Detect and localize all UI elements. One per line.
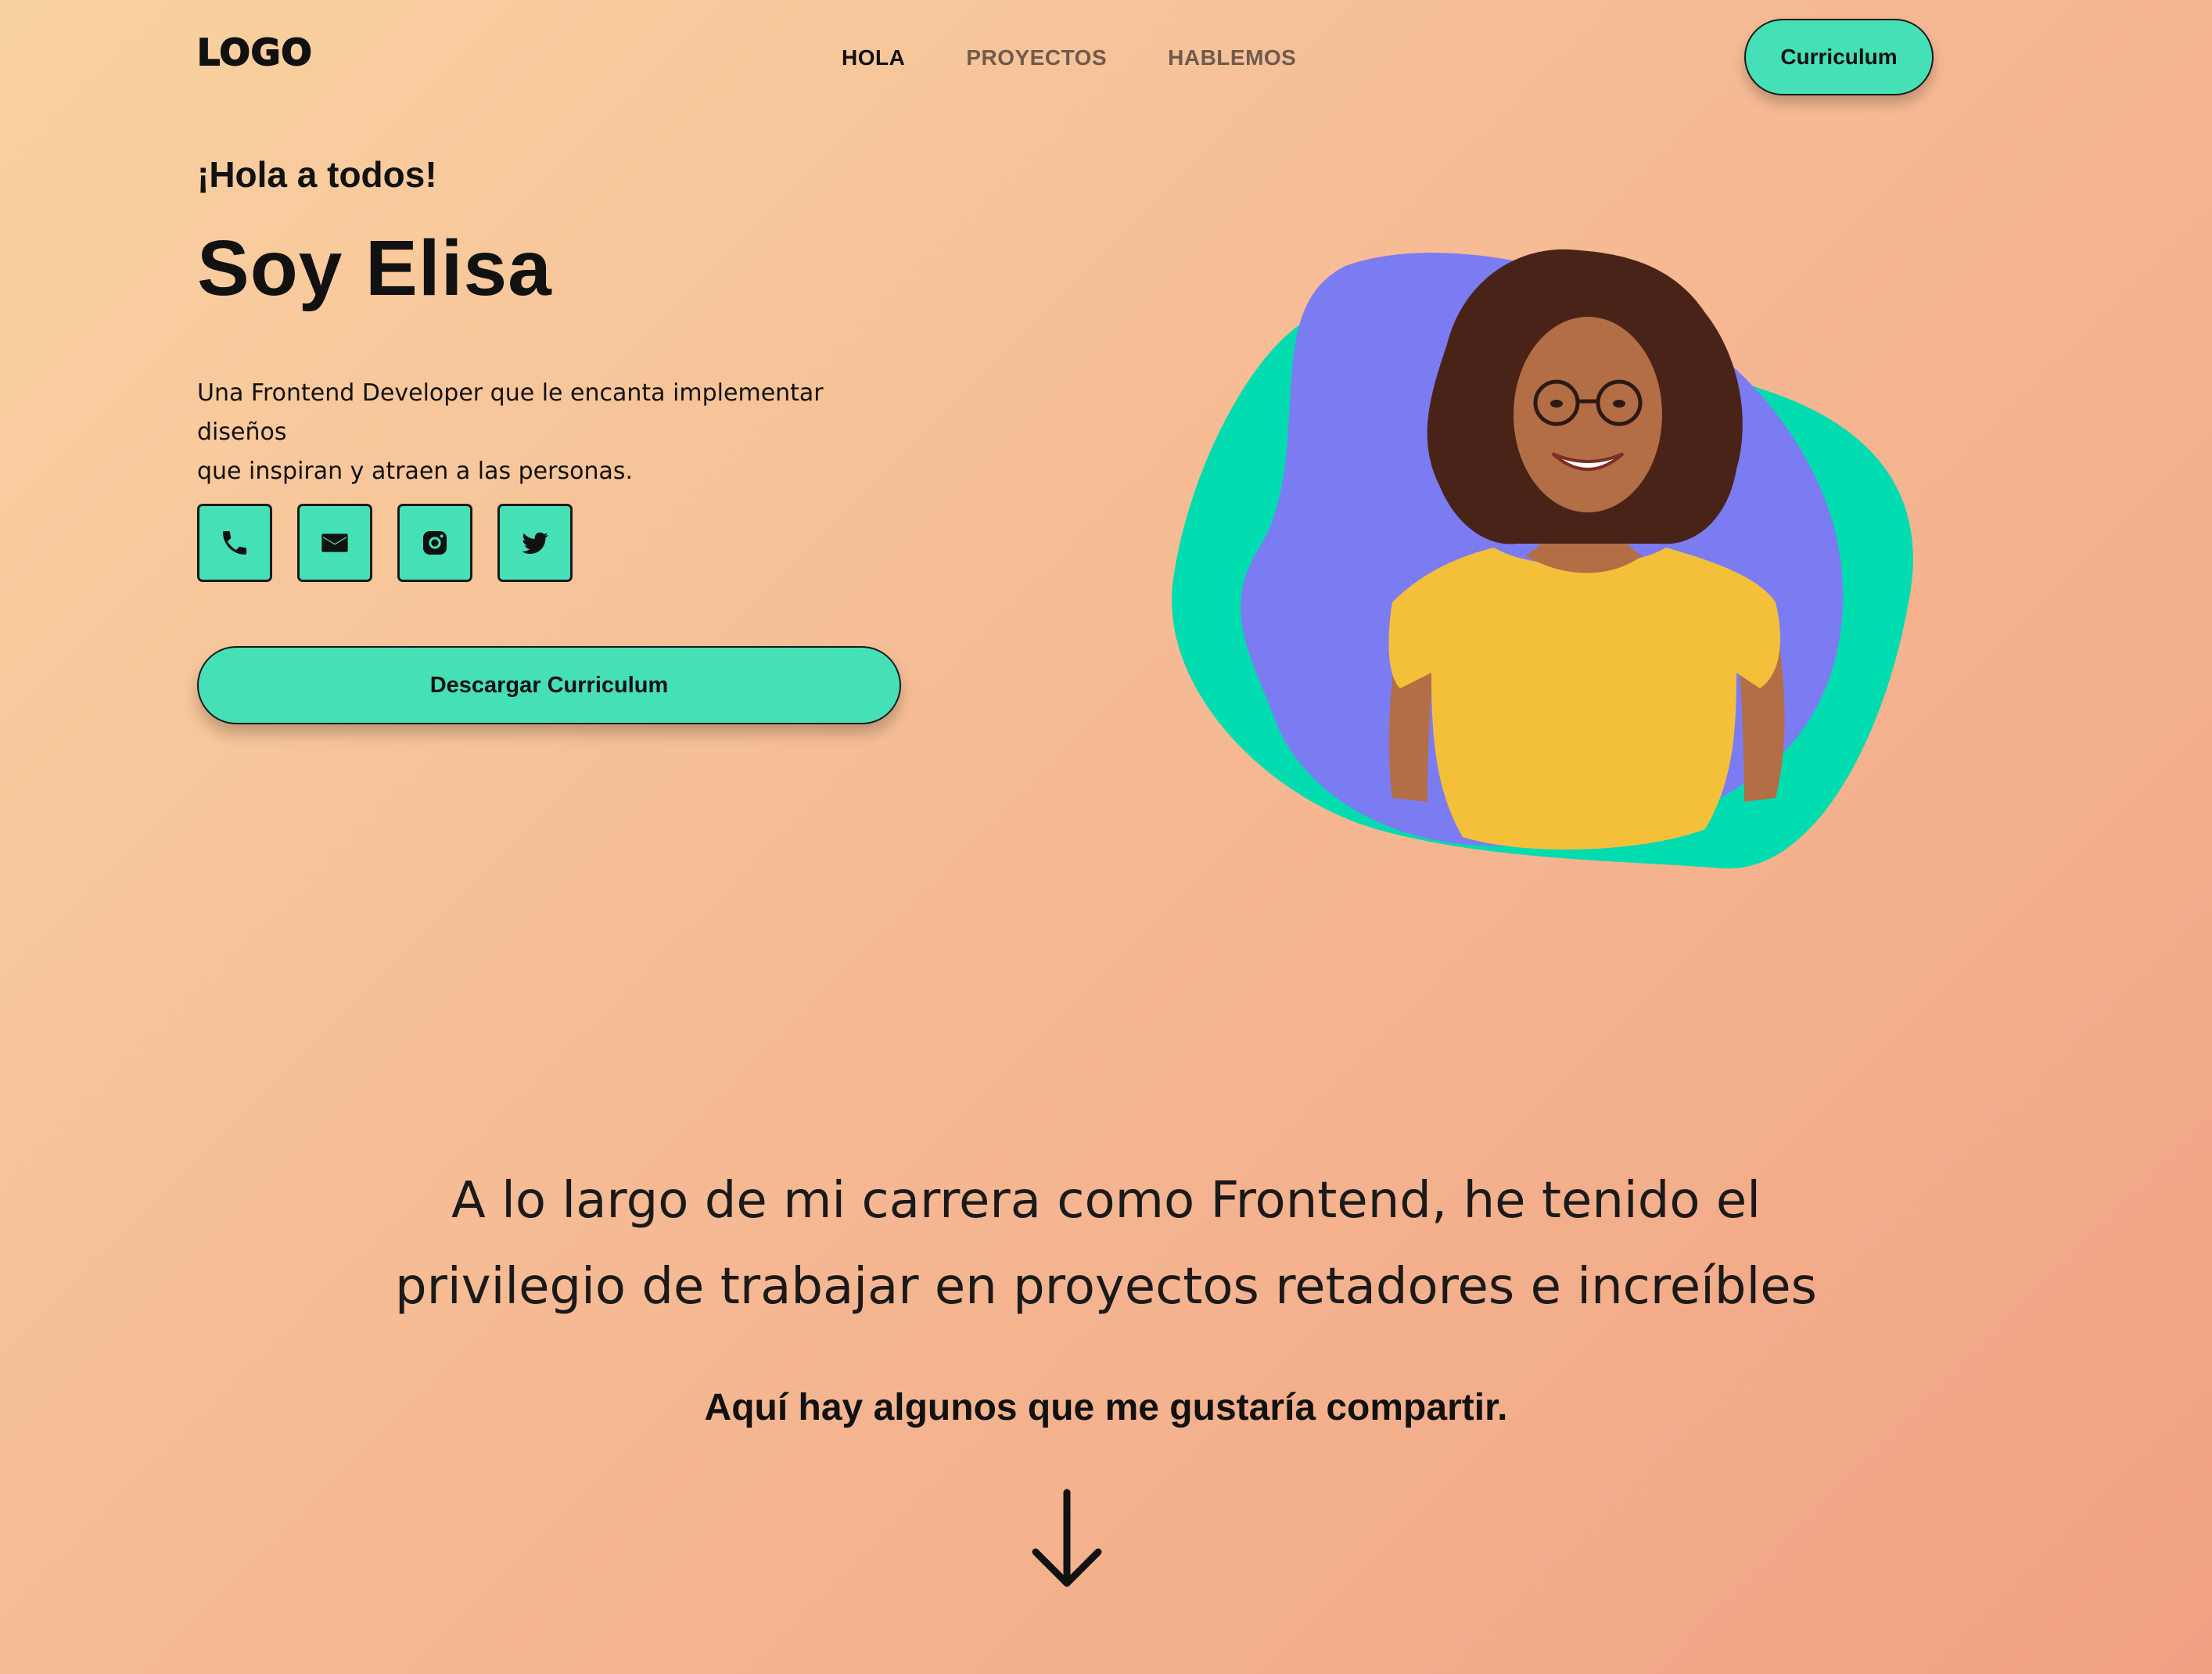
- career-statement-line-2: privilegio de trabajar en proyectos reta…: [394, 1258, 1818, 1316]
- phone-button[interactable]: [197, 504, 272, 582]
- hero-description-line-2: que inspiran y atraen a las personas.: [197, 458, 634, 485]
- career-statement: A lo largo de mi carrera como Frontend, …: [324, 1158, 1888, 1330]
- curriculum-button[interactable]: Curriculum: [1744, 19, 1934, 95]
- social-links: [197, 504, 573, 582]
- page-title: Soy Elisa: [197, 225, 552, 312]
- greeting: ¡Hola a todos!: [197, 154, 437, 195]
- career-statement-line-1: A lo largo de mi carrera como Frontend, …: [451, 1172, 1761, 1230]
- nav-link-hablemos[interactable]: HABLEMOS: [1168, 45, 1296, 70]
- top-nav: LOGO HOLA PROYECTOS HABLEMOS Curriculum: [0, 0, 2212, 117]
- download-curriculum-button[interactable]: Descargar Curriculum: [197, 646, 901, 724]
- phone-icon: [223, 531, 246, 555]
- twitter-icon: [522, 532, 548, 554]
- nav-links: HOLA PROYECTOS HABLEMOS: [842, 45, 1296, 70]
- nav-link-proyectos[interactable]: PROYECTOS: [966, 45, 1107, 70]
- projects-intro: Aquí hay algunos que me gustaría compart…: [704, 1387, 1508, 1428]
- arrow-down-icon[interactable]: [1028, 1486, 1106, 1596]
- mail-icon: [321, 533, 348, 552]
- instagram-icon: [423, 531, 447, 555]
- email-button[interactable]: [297, 504, 372, 582]
- hero-description: Una Frontend Developer que le encanta im…: [197, 374, 917, 491]
- hero-description-line-1: Una Frontend Developer que le encanta im…: [197, 379, 824, 446]
- instagram-button[interactable]: [397, 504, 472, 582]
- logo[interactable]: LOGO: [196, 31, 313, 74]
- nav-link-hola[interactable]: HOLA: [842, 45, 905, 70]
- hero-portrait: [1172, 249, 1913, 869]
- twitter-button[interactable]: [497, 504, 573, 582]
